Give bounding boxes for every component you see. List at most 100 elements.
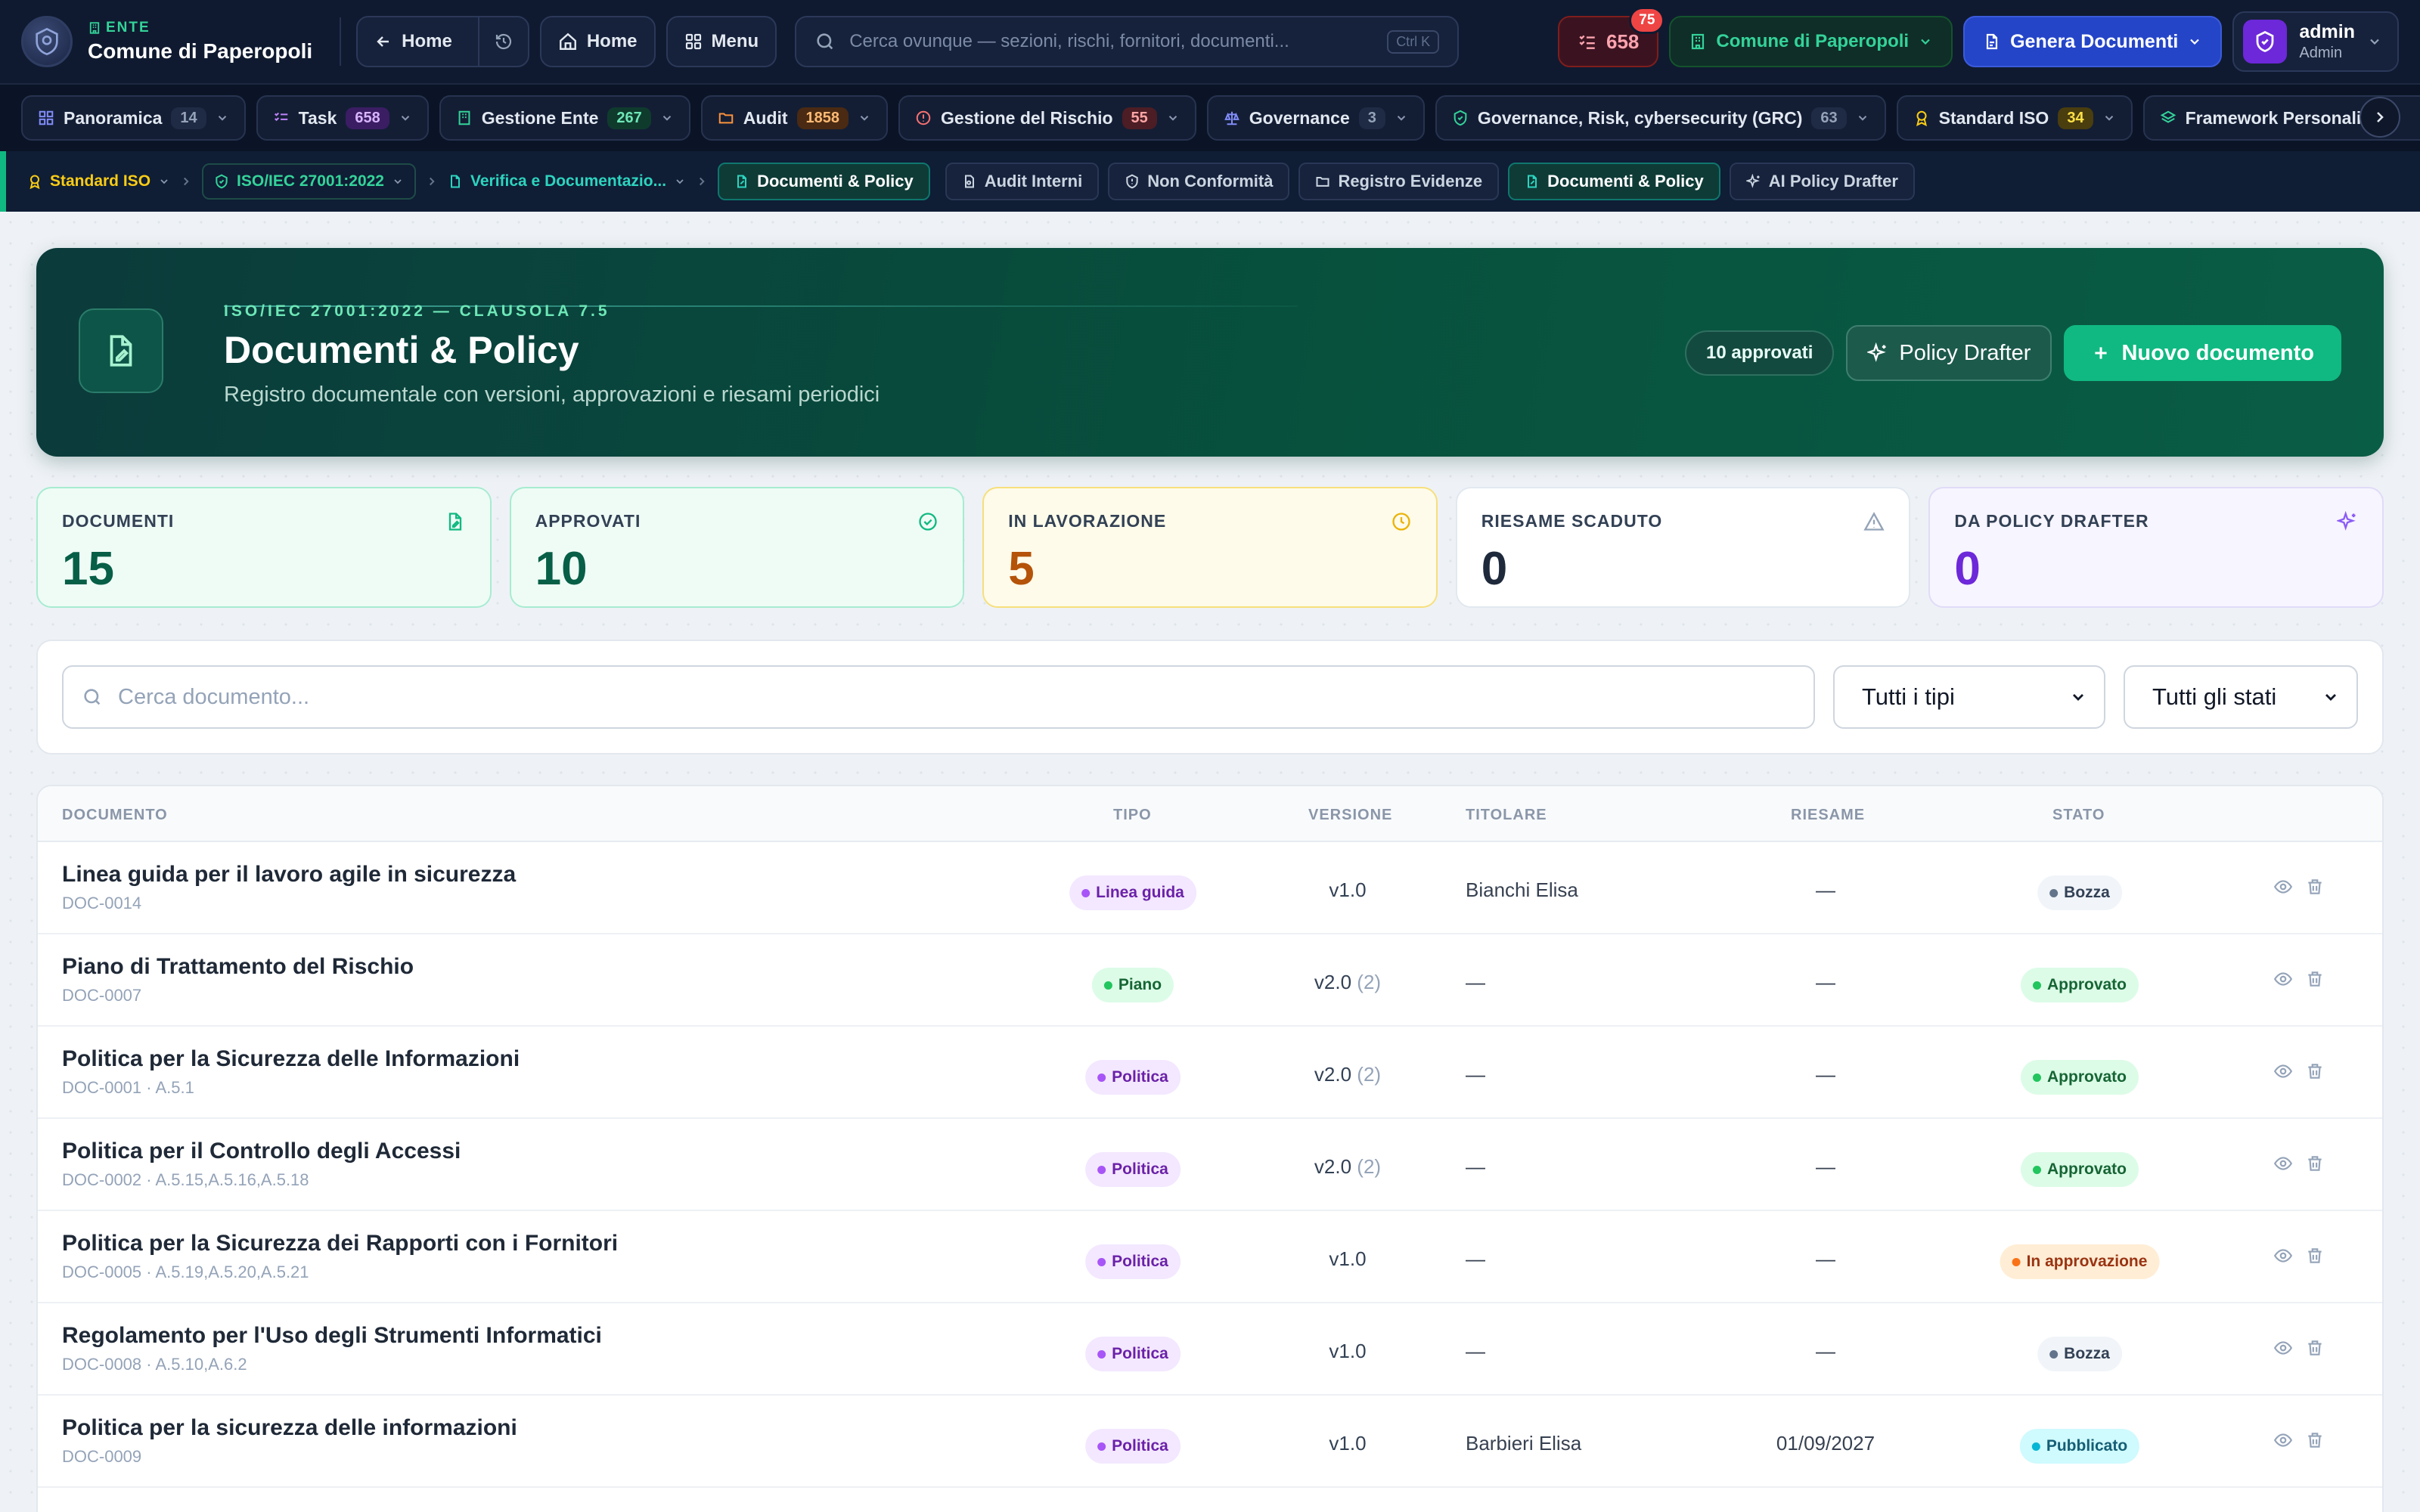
stat-riesame-scaduto: RIESAME SCADUTO 0 <box>1455 487 1911 608</box>
table-row[interactable] <box>38 1488 2382 1512</box>
stat-value: 5 <box>1008 543 1035 595</box>
type-filter-select[interactable]: Tutti i tipi <box>1833 665 2105 729</box>
folder-icon <box>718 113 734 124</box>
chevron-down-icon <box>1921 39 1930 45</box>
status-filter-select[interactable]: Tutti gli stati <box>2124 665 2358 729</box>
trash-icon[interactable] <box>2305 1430 2325 1450</box>
document-title[interactable]: Politica per la Sicurezza delle Informaz… <box>62 1046 520 1072</box>
trash-icon[interactable] <box>2305 877 2325 897</box>
type-filter-value: Tutti i tipi <box>1862 683 1955 710</box>
module-count: 658 <box>346 107 389 129</box>
eye-icon[interactable] <box>2273 969 2293 989</box>
stat-documenti: DOCUMENTI 15 <box>36 487 492 608</box>
alert-icon <box>1126 174 1138 189</box>
chevron-down-icon <box>394 179 402 184</box>
stat-label: APPROVATI <box>535 511 641 531</box>
module-audit[interactable]: Audit 1858 <box>700 95 889 141</box>
user-name: admin <box>2299 21 2355 42</box>
module-governance[interactable]: Governance 3 <box>1206 95 1425 141</box>
status-filter-value: Tutti gli stati <box>2152 683 2277 710</box>
document-search-input[interactable]: Cerca documento... <box>62 665 1815 729</box>
eye-icon[interactable] <box>2273 1338 2293 1358</box>
eye-icon[interactable] <box>2273 1430 2293 1450</box>
trash-icon[interactable] <box>2305 1154 2325 1173</box>
breadcrumb-iso-27001[interactable]: ISO/IEC 27001:2022 <box>202 163 416 200</box>
eye-icon[interactable] <box>2273 1061 2293 1081</box>
document-title[interactable]: Politica per la Sicurezza dei Rapporti c… <box>62 1231 618 1256</box>
scroll-right-button[interactable] <box>2360 97 2400 138</box>
document-title[interactable]: Politica per la sicurezza delle informaz… <box>62 1415 517 1441</box>
status-badge: Bozza <box>2037 875 2122 910</box>
type-dot <box>1097 1165 1106 1174</box>
review-date: — <box>1816 1247 1835 1270</box>
module-gestione-ente[interactable]: Gestione Ente 267 <box>439 95 690 141</box>
back-home-group: Home <box>356 16 529 67</box>
document-title[interactable]: Politica per il Controllo degli Accessi <box>62 1139 461 1164</box>
table-row[interactable]: Linea guida per il lavoro agile in sicur… <box>38 842 2382 934</box>
tab-non-conformita[interactable]: Non Conformità <box>1108 163 1290 200</box>
tab-ai-policy-drafter[interactable]: AI Policy Drafter <box>1729 163 1915 200</box>
table-row[interactable]: Piano di Trattamento del Rischio DOC-000… <box>38 934 2382 1027</box>
table-row[interactable]: Politica per la Sicurezza dei Rapporti c… <box>38 1211 2382 1303</box>
module-standard-iso[interactable]: Standard ISO 34 <box>1896 95 2133 141</box>
module-label: Audit <box>743 107 788 128</box>
tasks-button[interactable]: 658 75 <box>1558 7 1665 67</box>
page-title: Documenti & Policy <box>224 329 579 371</box>
menu-button[interactable]: Menu <box>666 16 777 67</box>
eye-icon[interactable] <box>2273 1246 2293 1266</box>
document-owner: — <box>1466 971 1485 993</box>
review-date: — <box>1816 878 1835 901</box>
table-row[interactable]: Politica per la Sicurezza delle Informaz… <box>38 1027 2382 1119</box>
tab-registro-evidenze[interactable]: Registro Evidenze <box>1298 163 1500 200</box>
trash-icon[interactable] <box>2305 1338 2325 1358</box>
document-code: DOC-0007 <box>62 986 142 1005</box>
breadcrumb-section[interactable]: Verifica e Documentazio... <box>448 172 686 191</box>
home-button[interactable]: Home <box>539 16 656 67</box>
module-grc[interactable]: Governance, Risk, cybersecurity (GRC) 63 <box>1435 95 1886 141</box>
document-version: v2.0 (2) <box>1314 1155 1382 1178</box>
clock-icon <box>1392 513 1410 531</box>
tab-documenti-policy-current[interactable]: Documenti & Policy <box>718 163 930 200</box>
document-title[interactable]: Regolamento per l'Uso degli Strumenti In… <box>62 1323 602 1349</box>
trash-icon[interactable] <box>2305 1061 2325 1081</box>
stat-label: DOCUMENTI <box>62 511 175 531</box>
document-title[interactable]: Piano di Trattamento del Rischio <box>62 954 414 980</box>
chevron-down-icon <box>662 116 671 121</box>
file-icon <box>1986 33 1998 50</box>
trash-icon[interactable] <box>2305 1246 2325 1266</box>
eye-icon[interactable] <box>2273 1154 2293 1173</box>
module-gestione-rischio[interactable]: Gestione del Rischio 55 <box>898 95 1196 141</box>
tab-documenti-policy[interactable]: Documenti & Policy <box>1508 163 1720 200</box>
table-row[interactable]: Regolamento per l'Uso degli Strumenti In… <box>38 1303 2382 1396</box>
policy-drafter-button[interactable]: Policy Drafter <box>1846 325 2052 381</box>
module-label: Task <box>298 107 337 128</box>
tab-label: Documenti & Policy <box>757 172 914 191</box>
trash-icon[interactable] <box>2305 969 2325 989</box>
shield-icon <box>2257 30 2274 52</box>
column-header-riesame: RIESAME <box>1791 807 1866 823</box>
tab-audit-interni[interactable]: Audit Interni <box>945 163 1100 200</box>
history-button[interactable] <box>477 17 528 66</box>
user-menu[interactable]: admin Admin <box>2232 11 2399 72</box>
table-row[interactable]: Politica per la sicurezza delle informaz… <box>38 1396 2382 1488</box>
column-header-tipo: TIPO <box>1113 807 1152 823</box>
global-search-input[interactable]: Cerca ovunque — sezioni, rischi, fornito… <box>795 16 1460 67</box>
eye-icon[interactable] <box>2273 877 2293 897</box>
review-date: — <box>1816 1063 1835 1086</box>
stats-row: DOCUMENTI 15 APPROVATI 10 IN LAVORAZIONE… <box>36 487 2384 608</box>
generate-documents-button[interactable]: Genera Documenti <box>1963 16 2223 67</box>
type-badge: Politica <box>1085 1244 1181 1279</box>
document-title[interactable]: Linea guida per il lavoro agile in sicur… <box>62 862 516 888</box>
breadcrumb-standard-iso[interactable]: Standard ISO <box>27 172 170 191</box>
avatar <box>2243 20 2288 64</box>
module-panoramica[interactable]: Panoramica 14 <box>21 95 246 141</box>
table-row[interactable]: Politica per il Controllo degli Accessi … <box>38 1119 2382 1211</box>
back-home-button[interactable]: Home <box>358 17 469 66</box>
module-count: 3 <box>1358 107 1385 129</box>
page-hero: ISO/IEC 27001:2022 — CLAUSOLA 7.5 Docume… <box>36 248 2384 457</box>
module-task[interactable]: Task 658 <box>256 95 429 141</box>
document-owner: — <box>1466 1247 1485 1270</box>
new-document-button[interactable]: Nuovo documento <box>2064 325 2341 381</box>
org-selector[interactable]: Comune di Paperopoli <box>1669 16 1953 67</box>
stat-in-lavorazione: IN LAVORAZIONE 5 <box>982 487 1438 608</box>
